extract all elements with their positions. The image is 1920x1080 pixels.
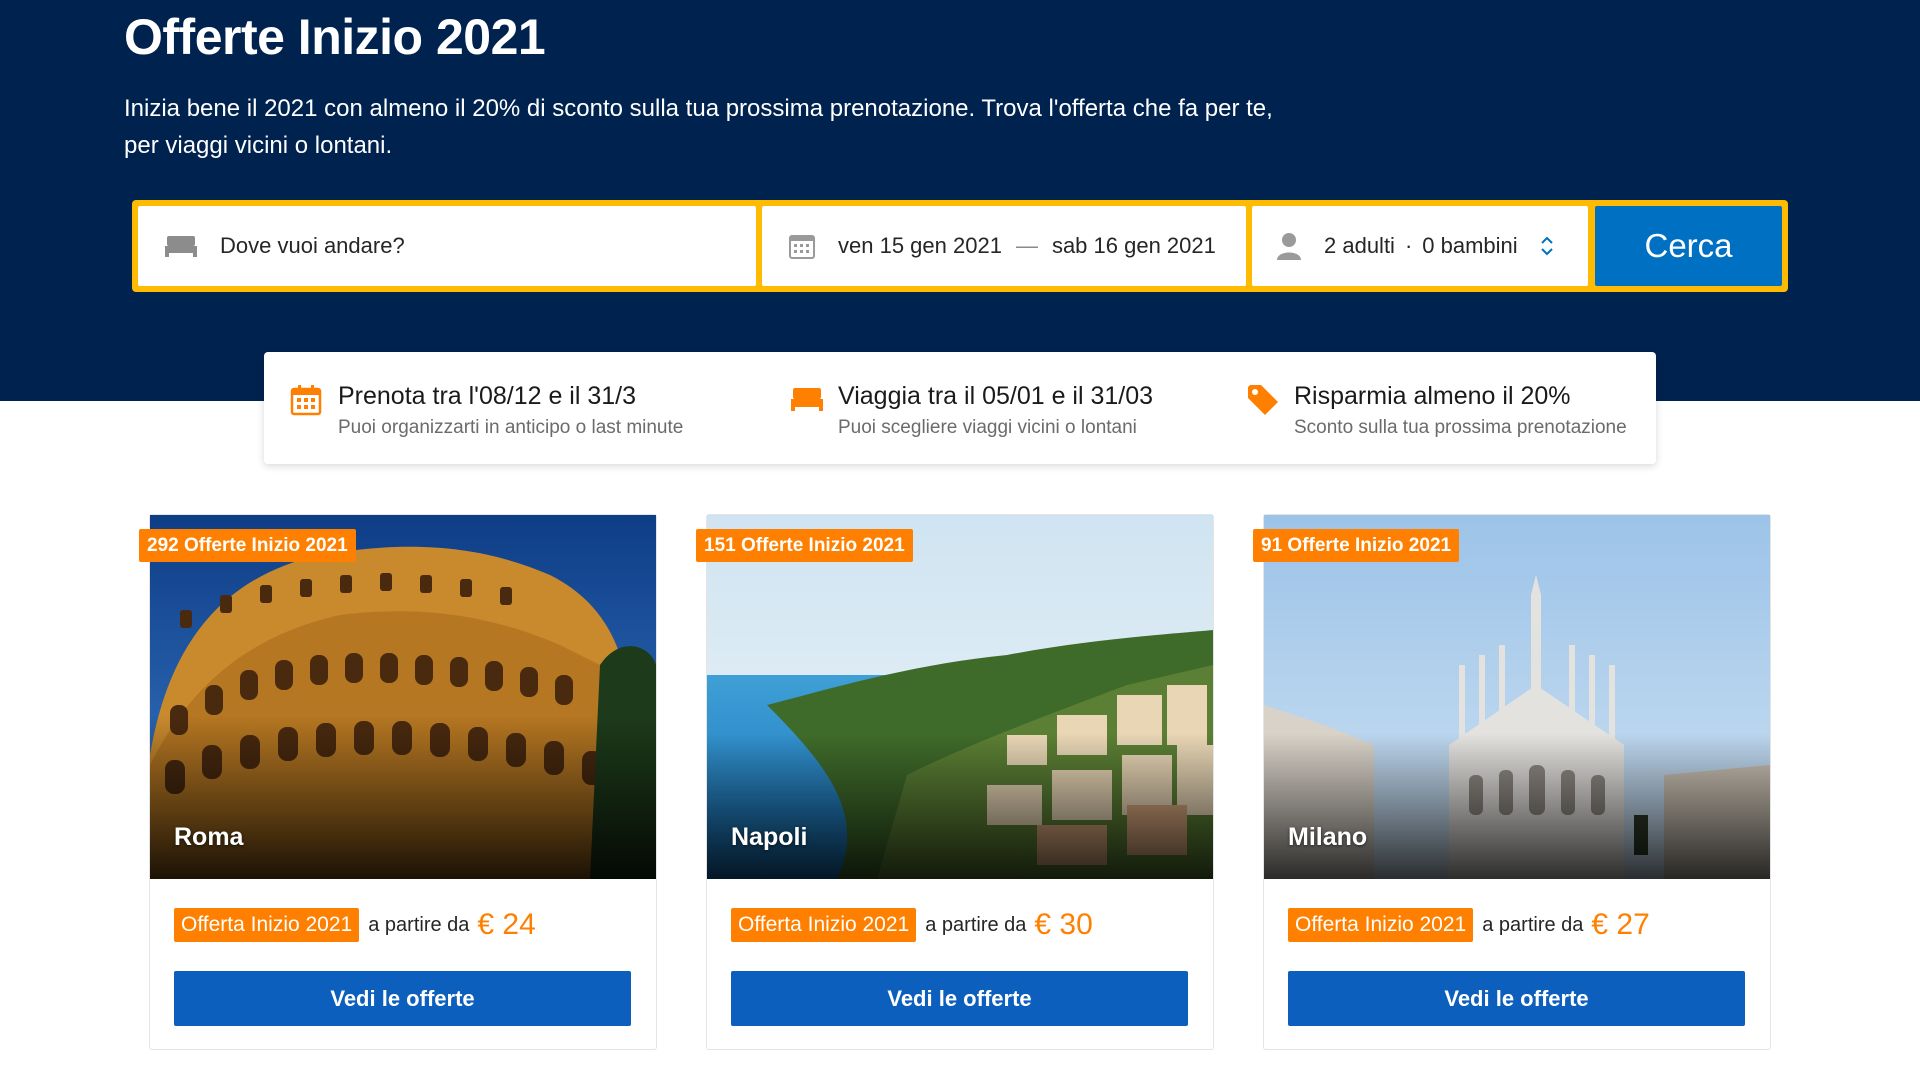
offer-count-badge: 151 Offerte Inizio 2021: [696, 529, 913, 562]
price: € 24: [477, 908, 536, 941]
price-row: Offerta Inizio 2021 a partire da € 27: [1288, 908, 1650, 942]
destination-card-napoli[interactable]: 151 Offerte Inizio 2021 Napoli Offerta I…: [696, 514, 1214, 1050]
price-tag-icon: [1246, 383, 1280, 422]
naples-coast-photo[interactable]: Napoli: [707, 515, 1213, 879]
children-count: 0 bambini: [1422, 233, 1518, 258]
checkout-date[interactable]: sab 16 gen 2021: [1052, 233, 1216, 259]
destination-placeholder: Dove vuoi andare?: [220, 233, 405, 258]
feature-title: Viaggia tra il 05/01 e il 31/03: [838, 382, 1154, 410]
feature-subtitle: Sconto sulla tua prossima prenotazione: [1294, 417, 1627, 438]
from-text: a partire da: [925, 913, 1027, 936]
feature-booking-window: Prenota tra l'08/12 e il 31/3 Puoi organ…: [290, 352, 730, 464]
price-row: Offerta Inizio 2021 a partire da € 30: [731, 908, 1093, 942]
city-name: Roma: [174, 823, 244, 851]
person-icon: [1276, 232, 1302, 260]
price: € 30: [1034, 908, 1093, 941]
calendar-icon: [290, 384, 322, 421]
colosseum-photo[interactable]: Roma: [150, 515, 656, 879]
destination-card-milano[interactable]: 91 Offerte Inizio 2021 Milano Offerta In…: [1253, 514, 1771, 1050]
feature-travel-window: Viaggia tra il 05/01 e il 31/03 Puoi sce…: [790, 352, 1230, 464]
date-range-field[interactable]: ven 15 gen 2021 — sab 16 gen 2021: [762, 206, 1246, 286]
price: € 27: [1591, 908, 1650, 941]
feature-subtitle: Puoi scegliere viaggi vicini o lontani: [838, 417, 1137, 438]
price-row: Offerta Inizio 2021 a partire da € 24: [174, 908, 536, 942]
city-name: Milano: [1288, 823, 1368, 851]
search-button[interactable]: Cerca: [1595, 206, 1782, 286]
bed-icon: [164, 234, 198, 258]
from-text: a partire da: [1482, 913, 1584, 936]
page-title: Offerte Inizio 2021: [124, 9, 546, 65]
hero-subtitle: Inizia bene il 2021 con almeno il 20% di…: [124, 95, 1273, 159]
hero-banner: Offerte Inizio 2021 Inizia bene il 2021 …: [0, 0, 1920, 401]
view-offers-button[interactable]: Vedi le offerte: [731, 971, 1188, 1026]
feature-subtitle: Puoi organizzarti in anticipo o last min…: [338, 417, 684, 438]
view-offers-button[interactable]: Vedi le offerte: [174, 971, 631, 1026]
feature-discount: Risparmia almeno il 20% Sconto sulla tua…: [1246, 352, 1646, 464]
calendar-icon: [788, 232, 816, 260]
offer-count-badge: 91 Offerte Inizio 2021: [1253, 529, 1460, 562]
guest-separator: ·: [1404, 233, 1413, 258]
search-bar: Dove vuoi andare? ven 15 gen 2021 — sab …: [132, 200, 1788, 292]
feature-title: Prenota tra l'08/12 e il 31/3: [338, 382, 637, 410]
checkin-date[interactable]: ven 15 gen 2021: [838, 233, 1002, 259]
features-panel: Prenota tra l'08/12 e il 31/3 Puoi organ…: [264, 352, 1656, 464]
destination-card-roma[interactable]: 292 Offerte Inizio 2021 Roma Offerta Ini…: [139, 514, 657, 1050]
guests-field[interactable]: 2 adulti · 0 bambini: [1252, 206, 1588, 286]
view-offers-button[interactable]: Vedi le offerte: [1288, 971, 1745, 1026]
milan-cathedral-photo[interactable]: Milano: [1264, 515, 1770, 879]
city-name: Napoli: [731, 823, 808, 851]
offer-tag: Offerta Inizio 2021: [174, 908, 360, 942]
destination-field[interactable]: Dove vuoi andare?: [138, 206, 756, 286]
offer-count-badge: 292 Offerte Inizio 2021: [139, 529, 356, 562]
chevron-updown-icon[interactable]: [1540, 235, 1554, 257]
from-text: a partire da: [368, 913, 470, 936]
feature-title: Risparmia almeno il 20%: [1294, 382, 1571, 410]
date-separator: —: [1015, 233, 1038, 258]
offer-tag: Offerta Inizio 2021: [1288, 908, 1474, 942]
offer-tag: Offerta Inizio 2021: [731, 908, 917, 942]
adults-count: 2 adulti: [1324, 233, 1395, 258]
bed-icon: [790, 386, 824, 417]
